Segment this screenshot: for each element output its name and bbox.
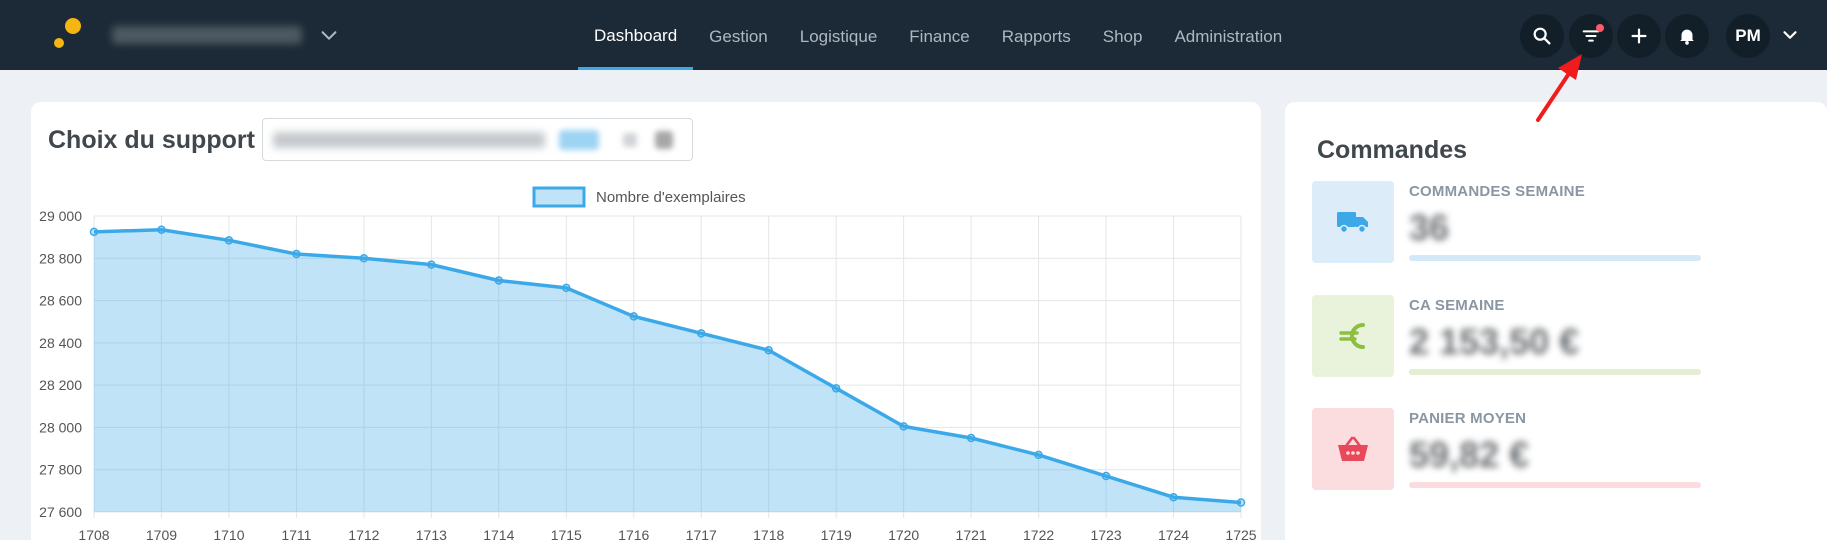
orders-card: Commandes COMMANDES SEMAINE 36 CA SEMAIN… (1285, 102, 1827, 540)
add-button[interactable] (1617, 14, 1661, 58)
main-nav: Dashboard Gestion Logistique Finance Rap… (578, 0, 1298, 70)
data-point (696, 329, 706, 338)
y-tick-label: 29 000 (39, 208, 82, 224)
stat-weekly-orders: COMMANDES SEMAINE 36 (1312, 181, 1772, 263)
y-tick-label: 28 600 (39, 293, 82, 309)
copies-chart: 29 000 28 800 28 600 28 400 28 200 28 000 27 8… (39, 186, 1257, 540)
series-area (94, 229, 1241, 512)
stat-label: CA SEMAINE (1409, 297, 1505, 314)
stat-progress (1409, 255, 1701, 261)
logo-dot-small (54, 38, 64, 48)
y-tick-label: 28 200 (39, 377, 82, 393)
stat-progress (1409, 482, 1701, 488)
x-tick-label: 1721 (956, 527, 987, 540)
x-tick-label: 1724 (1158, 527, 1189, 540)
x-tick-label: 1713 (416, 527, 447, 540)
x-tick-label: 1719 (821, 527, 852, 540)
x-tick-label: 1710 (213, 527, 244, 540)
notification-dot (1596, 24, 1604, 32)
plus-icon (1631, 28, 1647, 44)
x-tick-label: 1716 (618, 527, 649, 540)
data-point (1034, 450, 1043, 460)
stat-weekly-revenue: CA SEMAINE 2 153,50 € (1312, 295, 1772, 377)
x-tick-label: 1718 (753, 527, 784, 540)
data-point (1169, 492, 1178, 502)
nav-dashboard[interactable]: Dashboard (578, 0, 694, 70)
y-tick-label: 27 800 (39, 462, 82, 478)
stat-label: PANIER MOYEN (1409, 410, 1527, 427)
truck-icon (1337, 212, 1368, 234)
user-avatar[interactable]: PM (1726, 14, 1770, 58)
x-tick-label: 1715 (551, 527, 582, 540)
data-point (224, 236, 234, 245)
stat-icon-box (1312, 408, 1394, 490)
nav-rapports[interactable]: Rapports (986, 0, 1087, 70)
annotation-arrow-icon (1536, 54, 1582, 122)
x-tick-label: 1720 (888, 527, 919, 540)
data-point (1101, 471, 1111, 481)
support-chart-card: Choix du support 29 000 28 800 28 600 28 40… (31, 102, 1261, 540)
stat-value: 36 (1409, 207, 1450, 248)
data-point (89, 227, 99, 237)
nav-finance[interactable]: Finance (893, 0, 985, 70)
data-point (562, 283, 571, 293)
x-tick-label: 1714 (483, 527, 514, 540)
nav-gestion[interactable]: Gestion (693, 0, 784, 70)
nav-shop[interactable]: Shop (1087, 0, 1159, 70)
data-point (427, 260, 436, 269)
logo[interactable] (52, 18, 82, 52)
stat-average-basket: PANIER MOYEN 59,82 € (1312, 408, 1772, 490)
x-tick-label: 1723 (1090, 527, 1121, 540)
euro-icon (1339, 323, 1365, 349)
data-point (494, 276, 504, 285)
nav-logistique[interactable]: Logistique (784, 0, 894, 70)
chevron-down-icon[interactable] (1779, 24, 1801, 46)
stat-icon-box (1312, 181, 1394, 263)
search-icon (1533, 27, 1551, 45)
y-tick-label: 28 000 (39, 419, 82, 435)
stat-value: 2 153,50 € (1409, 321, 1580, 362)
bell-icon (1680, 29, 1694, 45)
notifications-button[interactable] (1665, 14, 1709, 58)
basket-icon (1338, 436, 1368, 461)
y-tick-label: 27 600 (39, 504, 82, 520)
logo-dot-large (65, 18, 81, 34)
x-tick-label: 1708 (78, 527, 109, 540)
data-point (899, 422, 908, 431)
chevron-down-icon[interactable] (318, 24, 340, 46)
orders-title: Commandes (1317, 136, 1468, 164)
x-tick-label: 1717 (686, 527, 717, 540)
company-selector[interactable] (112, 26, 302, 44)
x-tick-label: 1722 (1023, 527, 1054, 540)
data-point (292, 249, 301, 259)
data-point (966, 433, 976, 443)
stat-label: COMMANDES SEMAINE (1409, 183, 1585, 200)
data-point (359, 254, 369, 263)
data-point (157, 225, 166, 234)
data-point (764, 346, 773, 355)
legend-label: Nombre d'exemplaires (596, 189, 746, 206)
stat-icon-box (1312, 295, 1394, 377)
data-point (1236, 498, 1246, 507)
x-tick-label: 1711 (281, 527, 311, 540)
stat-progress (1409, 369, 1701, 375)
legend-swatch (532, 186, 586, 208)
data-point (629, 312, 639, 321)
y-tick-label: 28 400 (39, 335, 82, 351)
data-point (831, 384, 841, 393)
x-tick-label: 1712 (348, 527, 379, 540)
nav-administration[interactable]: Administration (1158, 0, 1298, 70)
y-tick-label: 28 800 (39, 250, 82, 266)
x-tick-label: 1709 (146, 527, 177, 540)
stat-value: 59,82 € (1409, 434, 1530, 475)
x-tick-label: 1725 (1225, 527, 1256, 540)
